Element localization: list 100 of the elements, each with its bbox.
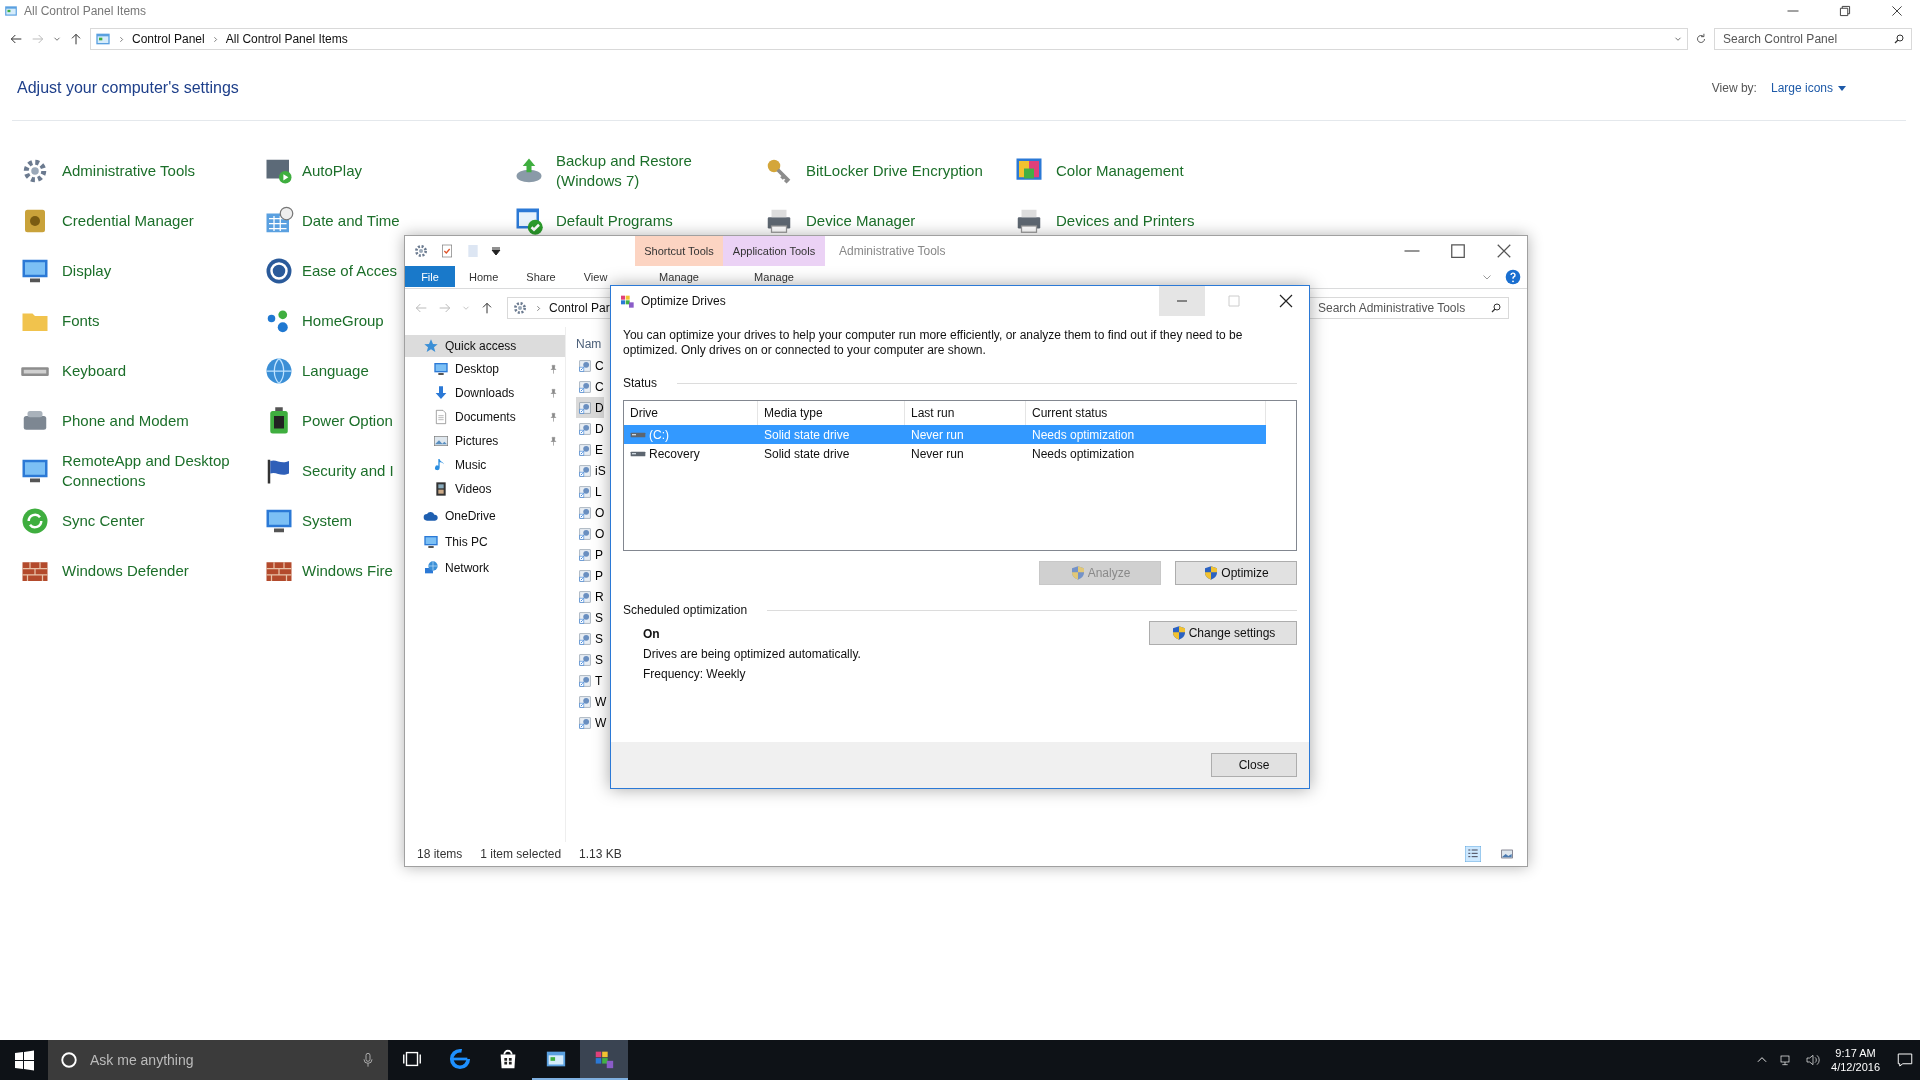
shortcut-item[interactable]: S xyxy=(576,649,603,670)
search-bar[interactable]: Ask me anything xyxy=(48,1040,388,1080)
view-by-dropdown[interactable]: Large icons xyxy=(1770,81,1846,95)
nav-item[interactable]: Documents xyxy=(405,406,548,428)
applet-link[interactable]: Keyboard xyxy=(62,361,127,381)
applet-link[interactable]: AutoPlay xyxy=(302,161,363,181)
shortcut-item[interactable]: S xyxy=(576,607,603,628)
shortcut-item[interactable]: C xyxy=(576,376,604,397)
applet-link[interactable]: Phone and Modem xyxy=(62,411,189,431)
defrag-icon[interactable] xyxy=(580,1040,628,1080)
search-field[interactable]: Ask me anything xyxy=(88,1051,350,1069)
applet-link[interactable]: Devices and Printers xyxy=(1056,211,1195,231)
shortcut-item[interactable]: T xyxy=(576,670,603,691)
drive-row[interactable]: Recovery Solid state drive Never run Needs optimization xyxy=(624,444,1266,463)
applet-link[interactable]: Language xyxy=(302,361,369,381)
status-text: 1 item selected xyxy=(480,847,562,861)
applet-link[interactable]: Security and I xyxy=(302,461,394,481)
dropdown-arrow-icon[interactable] xyxy=(491,246,501,256)
sync-icon[interactable] xyxy=(20,506,50,536)
applet-link[interactable]: Windows Defender xyxy=(62,561,189,581)
window-check-icon[interactable] xyxy=(514,206,544,236)
shortcut-item[interactable]: S xyxy=(576,628,603,649)
applet-link[interactable]: RemoteApp and Desktop Connections xyxy=(62,451,242,491)
applet-link[interactable]: Display xyxy=(62,261,112,281)
close-button[interactable]: Close xyxy=(1211,753,1297,777)
nav-item[interactable]: Network xyxy=(405,557,565,579)
pin-icon[interactable] xyxy=(548,363,559,375)
nav-item[interactable]: OneDrive xyxy=(405,505,565,527)
column-header[interactable]: Nam xyxy=(576,333,602,355)
tiles-view-button[interactable] xyxy=(1499,846,1515,862)
applet-link[interactable]: HomeGroup xyxy=(302,311,384,331)
applet-link[interactable]: BitLocker Drive Encryption xyxy=(806,161,983,181)
shortcut-item[interactable]: R xyxy=(576,586,604,607)
shortcut-item[interactable]: E xyxy=(576,439,603,460)
shortcut-item[interactable]: P xyxy=(576,565,603,586)
shortcut-item[interactable]: W xyxy=(576,712,607,733)
applet-link[interactable]: Power Option xyxy=(302,411,393,431)
nav-item[interactable]: Pictures xyxy=(405,430,548,452)
breadcrumb-link[interactable]: All Control Panel Items xyxy=(225,32,348,46)
shortcut-icon xyxy=(578,694,592,709)
ribbon-tab[interactable]: Manage xyxy=(723,271,825,283)
checklist-icon[interactable] xyxy=(439,243,455,259)
search-bar[interactable]: Search Control Panel xyxy=(1714,28,1912,50)
change-settings-button[interactable]: Change settings xyxy=(1149,621,1297,645)
details-view-button[interactable] xyxy=(1465,846,1481,862)
view-by-label: View by: xyxy=(1711,81,1757,95)
nav-item[interactable]: Quick access xyxy=(405,335,565,357)
applet-link[interactable]: Ease of Acces xyxy=(302,261,398,281)
nav-item[interactable]: Music xyxy=(405,454,559,476)
search-bar[interactable]: Search Administrative Tools xyxy=(1309,297,1509,319)
applet-link[interactable]: Sync Center xyxy=(62,511,145,531)
applet-link[interactable]: Device Manager xyxy=(806,211,916,231)
applet-link[interactable]: Windows Fire xyxy=(302,561,393,581)
microphone-icon[interactable] xyxy=(360,1052,376,1068)
refresh-icon[interactable] xyxy=(1694,32,1708,46)
shortcut-item[interactable]: iS xyxy=(576,460,606,481)
shortcut-item[interactable]: O xyxy=(576,502,605,523)
applet-link[interactable]: Fonts xyxy=(62,311,100,331)
speaker-icon[interactable] xyxy=(1805,1052,1822,1068)
nav-item[interactable]: Desktop xyxy=(405,358,548,380)
shortcut-item[interactable]: P xyxy=(576,544,603,565)
ribbon-tab[interactable]: Home xyxy=(455,266,513,288)
ribbon-tab[interactable]: Share xyxy=(512,266,570,288)
applet-link[interactable]: Default Programs xyxy=(556,211,673,231)
table-cell-text: Solid state drive xyxy=(763,426,851,444)
nav-item[interactable]: This PC xyxy=(405,531,565,553)
search-field[interactable]: Search Control Panel xyxy=(1721,31,1893,47)
shortcut-icon xyxy=(578,379,592,394)
pin-icon[interactable] xyxy=(548,411,559,423)
nav-item[interactable]: Downloads xyxy=(405,382,548,404)
shortcut-item[interactable]: O xyxy=(576,523,605,544)
applet-link[interactable]: Date and Time xyxy=(302,211,400,231)
search-field[interactable]: Search Administrative Tools xyxy=(1316,300,1490,316)
pin-icon[interactable] xyxy=(548,387,559,399)
shortcut-item[interactable]: D xyxy=(576,397,604,418)
ribbon-tab[interactable]: View xyxy=(569,266,622,288)
action-button[interactable]: Optimize xyxy=(1175,561,1297,585)
breadcrumb-link[interactable]: Control Par xyxy=(549,301,610,315)
help-icon[interactable] xyxy=(1505,269,1521,285)
shortcut-item[interactable]: L xyxy=(576,481,602,502)
notification-icon[interactable] xyxy=(1896,1051,1914,1069)
shortcut-item[interactable]: D xyxy=(576,418,604,439)
clock[interactable]: 9:17 AM 4/12/2016 xyxy=(1831,1046,1880,1074)
applet-link[interactable]: Credential Manager xyxy=(62,211,194,231)
nav-item[interactable]: Videos xyxy=(405,478,559,500)
round-dial-icon[interactable] xyxy=(264,256,294,286)
address-bar[interactable]: Control Panel All Control Panel Items xyxy=(90,28,1688,50)
shortcut-icon xyxy=(578,610,592,625)
pin-icon[interactable] xyxy=(548,435,559,447)
shortcut-icon xyxy=(578,715,592,730)
globe-icon[interactable] xyxy=(264,356,294,386)
shortcut-item[interactable]: C xyxy=(576,355,604,376)
applet-link[interactable]: System xyxy=(302,511,352,531)
shortcut-item[interactable]: W xyxy=(576,691,607,712)
ribbon-tab[interactable]: Manage xyxy=(635,271,723,283)
applet-link[interactable]: Color Management xyxy=(1056,161,1184,181)
breadcrumb-link[interactable]: Control Panel xyxy=(132,32,205,46)
applet-link[interactable]: Backup and Restore (Windows 7) xyxy=(556,151,761,191)
applet-link[interactable]: Administrative Tools xyxy=(62,161,196,181)
gear-icon[interactable] xyxy=(413,243,429,259)
